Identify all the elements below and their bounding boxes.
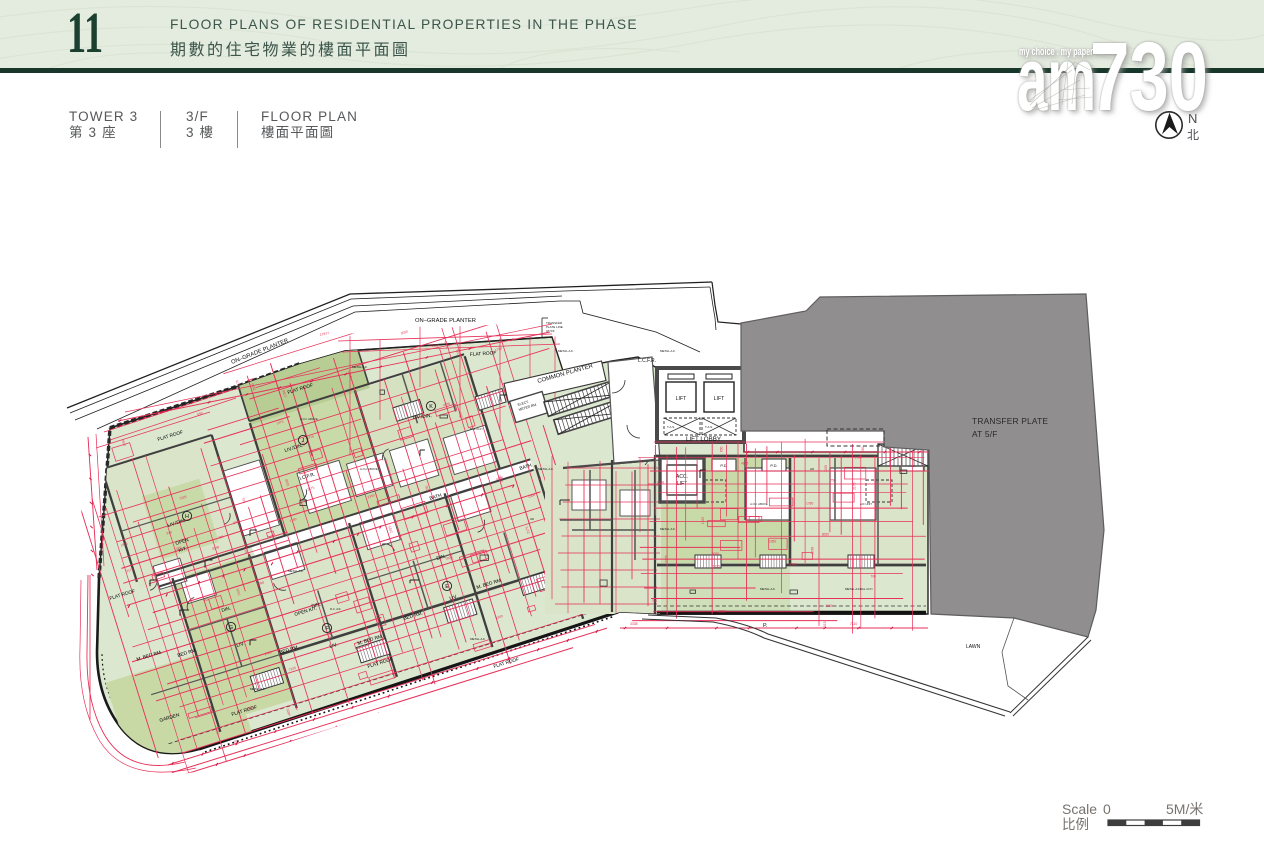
svg-text:730: 730 bbox=[1090, 22, 1208, 131]
